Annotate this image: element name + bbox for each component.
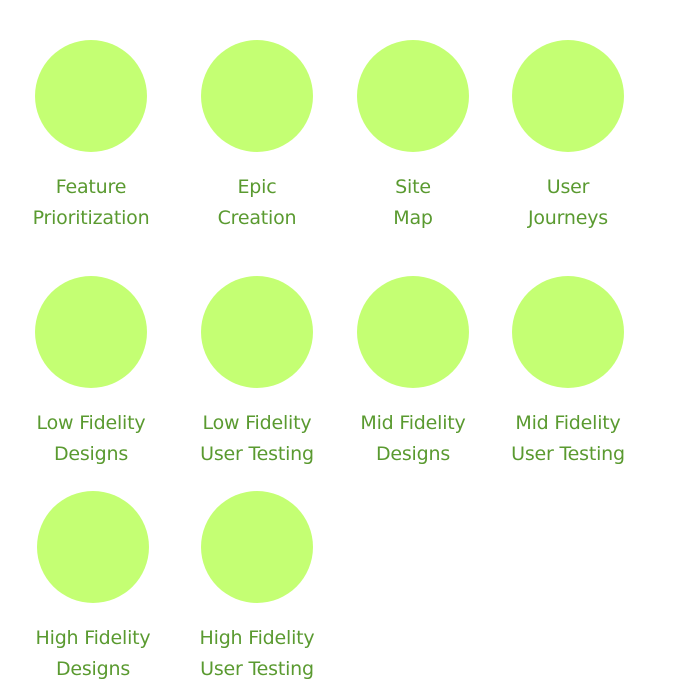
step-user-journeys: User Journeys (493, 40, 643, 234)
step-circle (201, 491, 313, 603)
process-steps-diagram: Feature Prioritization Epic Creation Sit… (0, 0, 700, 700)
step-label: High Fidelity Designs (18, 623, 168, 685)
step-mid-fidelity-designs: Mid Fidelity Designs (338, 276, 488, 470)
step-label-line2: Prioritization (32, 207, 150, 229)
step-label-line1: Low Fidelity (202, 412, 312, 434)
step-label-line1: Low Fidelity (36, 412, 146, 434)
step-label-line2: User Testing (511, 443, 625, 465)
step-label: Mid Fidelity User Testing (493, 408, 643, 470)
step-label: User Journeys (493, 172, 643, 234)
step-label-line2: User Testing (200, 443, 314, 465)
step-label: Low Fidelity Designs (16, 408, 166, 470)
step-low-fidelity-user-testing: Low Fidelity User Testing (182, 276, 332, 470)
step-label-line1: High Fidelity (199, 627, 315, 649)
step-circle (512, 40, 624, 152)
step-label-line1: Feature (55, 176, 127, 198)
step-label: Epic Creation (182, 172, 332, 234)
step-label-line2: Designs (55, 658, 131, 680)
step-high-fidelity-user-testing: High Fidelity User Testing (182, 491, 332, 685)
step-label-line1: Epic (237, 176, 277, 198)
step-label-line2: Journeys (527, 207, 609, 229)
step-site-map: Site Map (338, 40, 488, 234)
step-label: High Fidelity User Testing (182, 623, 332, 685)
step-circle (357, 276, 469, 388)
step-circle (357, 40, 469, 152)
step-label: Low Fidelity User Testing (182, 408, 332, 470)
step-label-line1: Mid Fidelity (515, 412, 621, 434)
step-circle (201, 276, 313, 388)
step-label-line2: Designs (375, 443, 451, 465)
step-high-fidelity-designs: High Fidelity Designs (18, 491, 168, 685)
step-feature-prioritization: Feature Prioritization (16, 40, 166, 234)
step-mid-fidelity-user-testing: Mid Fidelity User Testing (493, 276, 643, 470)
step-circle (37, 491, 149, 603)
step-epic-creation: Epic Creation (182, 40, 332, 234)
step-label: Mid Fidelity Designs (338, 408, 488, 470)
step-label-line1: User (546, 176, 590, 198)
step-circle (35, 40, 147, 152)
step-label-line2: Designs (53, 443, 129, 465)
step-circle (512, 276, 624, 388)
step-label: Site Map (338, 172, 488, 234)
step-circle (201, 40, 313, 152)
step-label-line1: Mid Fidelity (360, 412, 466, 434)
step-label-line2: Creation (217, 207, 297, 229)
step-label-line1: High Fidelity (35, 627, 151, 649)
step-label-line2: User Testing (200, 658, 314, 680)
step-circle (35, 276, 147, 388)
step-label: Feature Prioritization (16, 172, 166, 234)
step-label-line2: Map (393, 207, 433, 229)
step-label-line1: Site (395, 176, 431, 198)
step-low-fidelity-designs: Low Fidelity Designs (16, 276, 166, 470)
